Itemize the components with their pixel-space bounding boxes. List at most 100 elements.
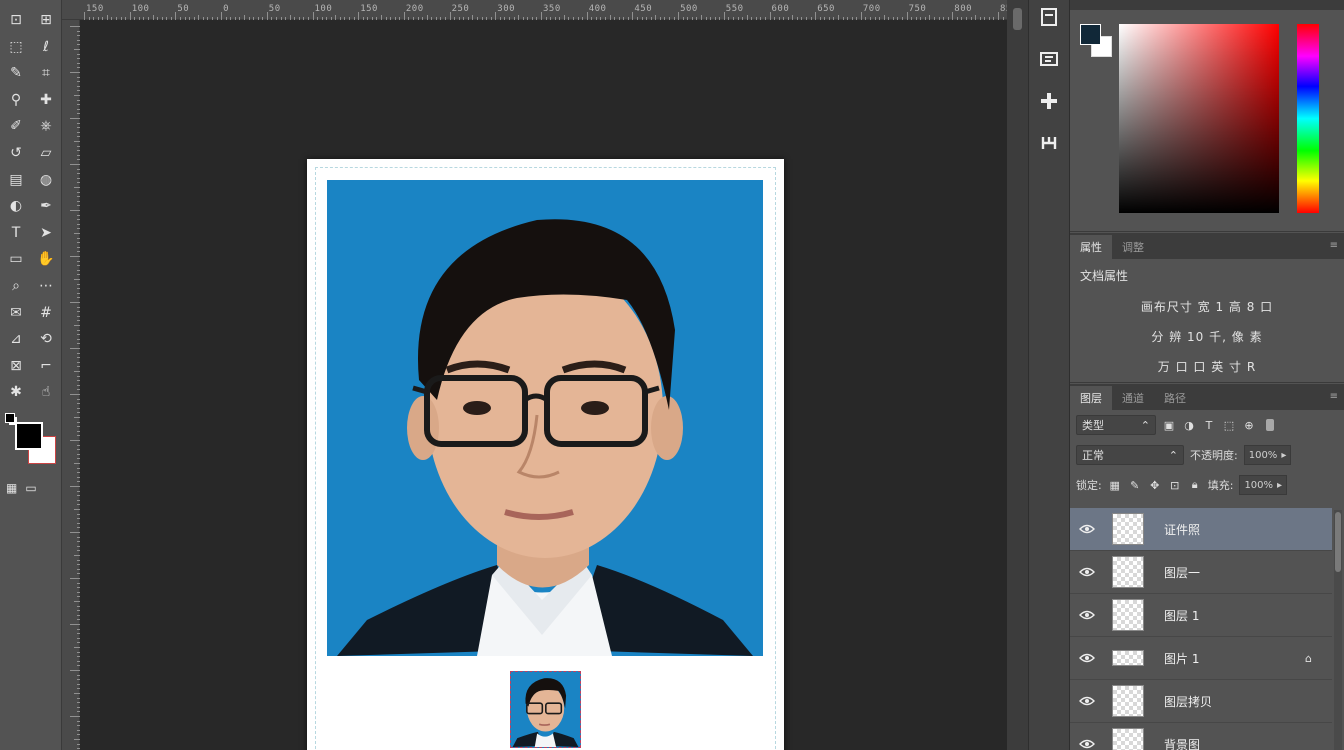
path-select-tool-icon[interactable]: ➤ <box>33 221 59 245</box>
quick-mask-icon[interactable]: ▦ <box>6 481 17 495</box>
tab-channels[interactable]: 通道 <box>1112 386 1154 410</box>
ruler-minor-tick <box>77 150 80 152</box>
filter-adjust-icon[interactable]: ◑ <box>1182 417 1196 433</box>
lock-move-icon[interactable]: ✥ <box>1148 477 1162 493</box>
layer-row[interactable]: 图片 1 ⌂ <box>1070 637 1332 680</box>
blend-mode-select[interactable]: 正常 ⌃ <box>1076 445 1184 465</box>
layer-row[interactable]: 图层拷贝 <box>1070 680 1332 723</box>
filter-shape-icon[interactable]: ⬚ <box>1222 417 1236 433</box>
layer-row[interactable]: 背景图 <box>1070 723 1332 750</box>
fill-field[interactable]: 100% ▸ <box>1239 475 1288 495</box>
eyedropper-tool-icon[interactable]: ⚲ <box>3 88 29 112</box>
smudge-tool-icon[interactable]: ☝ <box>33 380 59 404</box>
layers-scrollbar[interactable] <box>1334 510 1342 750</box>
ruler-label: 50 <box>177 4 190 14</box>
color-panel-swatches[interactable] <box>1080 24 1112 58</box>
visibility-eye-icon[interactable] <box>1070 524 1104 534</box>
zoom-tool-icon[interactable]: ⌕ <box>3 274 29 298</box>
hue-slider[interactable] <box>1297 24 1319 213</box>
horizontal-ruler[interactable]: 150 100 50 0 50 100 150 200 250 300 350 400 450 500 55… <box>62 0 1086 20</box>
layer-row[interactable]: 证件照 <box>1070 508 1332 551</box>
ruler-tool-icon[interactable]: ⊿ <box>3 327 29 351</box>
extras-tool-icon[interactable]: ⋯ <box>33 274 59 298</box>
tab-adjustments[interactable]: 调整 <box>1112 235 1154 259</box>
filter-toggle[interactable] <box>1266 419 1274 431</box>
blur-tool-icon[interactable]: ◍ <box>33 168 59 192</box>
clone-stamp-tool-icon[interactable]: ⎈ <box>33 114 59 138</box>
panel-menu-icon[interactable]: ≡ <box>1330 240 1338 251</box>
filter-smart-icon[interactable]: ⊕ <box>1242 417 1256 433</box>
opacity-field[interactable]: 100% ▸ <box>1243 445 1292 465</box>
ruler-minor-tick <box>248 17 250 20</box>
adjust-icon[interactable] <box>1034 86 1064 116</box>
ruler-minor-tick <box>157 17 159 20</box>
visibility-eye-icon[interactable] <box>1070 653 1104 663</box>
scroll-thumb[interactable] <box>1013 8 1022 30</box>
gradient-tool-icon[interactable]: ▤ <box>3 168 29 192</box>
lock-paint-icon[interactable]: ✎ <box>1128 477 1142 493</box>
visibility-eye-icon[interactable] <box>1070 567 1104 577</box>
portrait-thumbnail-illustration <box>511 672 580 747</box>
ruler-minor-tick <box>330 17 332 20</box>
frame-tool-icon[interactable]: ⊠ <box>3 354 29 378</box>
layer-row[interactable]: 图层 1 <box>1070 594 1332 637</box>
pen-tool-icon[interactable]: ✒ <box>33 194 59 218</box>
lock-all-icon[interactable]: 🔒︎ <box>1188 477 1202 493</box>
ruler-minor-tick <box>961 17 963 20</box>
screen-mode-icon[interactable]: ▭ <box>25 481 36 495</box>
ruler-minor-tick <box>257 17 259 20</box>
healing-tool-icon[interactable]: ✚ <box>33 88 59 112</box>
brush-tool-icon[interactable]: ✐ <box>3 114 29 138</box>
artboard-tool-icon[interactable]: ⊞ <box>33 8 59 32</box>
shape-tool-icon[interactable]: ▭ <box>3 247 29 271</box>
history-icon[interactable] <box>1034 2 1064 32</box>
tools-preset-icon[interactable] <box>1034 128 1064 158</box>
visibility-eye-icon[interactable] <box>1070 739 1104 749</box>
filter-pixel-icon[interactable]: ▣ <box>1162 417 1176 433</box>
layer-row[interactable]: 图层一 <box>1070 551 1332 594</box>
hand-tool-icon[interactable]: ✋ <box>33 247 59 271</box>
marquee-tool-icon[interactable]: ⬚ <box>3 35 29 59</box>
history-brush-tool-icon[interactable]: ↺ <box>3 141 29 165</box>
ruler-minor-tick <box>966 17 967 20</box>
tab-paths[interactable]: 路径 <box>1154 386 1196 410</box>
lasso-tool-icon[interactable]: ℓ <box>33 35 59 59</box>
layers-menu-icon[interactable]: ≡ <box>1330 391 1338 402</box>
tab-properties[interactable]: 属性 <box>1070 235 1112 259</box>
visibility-eye-icon[interactable] <box>1070 696 1104 706</box>
ruler-minor-tick <box>769 12 771 20</box>
count-tool-icon[interactable]: # <box>33 301 59 325</box>
note-tool-icon[interactable]: ✉ <box>3 301 29 325</box>
quick-select-tool-icon[interactable]: ✎ <box>3 61 29 85</box>
ruler-minor-tick <box>77 582 80 584</box>
layer-filter-select[interactable]: 类型 ⌃ <box>1076 415 1156 435</box>
sponge-tool-icon[interactable]: ✱ <box>3 380 29 404</box>
color-picker-field[interactable] <box>1119 24 1279 213</box>
properties-icon[interactable] <box>1034 44 1064 74</box>
canvas-vertical-scrollbar[interactable] <box>1007 0 1028 750</box>
ruler-minor-tick <box>285 17 287 20</box>
lock-pixels-icon[interactable]: ▦ <box>1108 477 1122 493</box>
color-swatches[interactable] <box>4 412 56 470</box>
ruler-minor-tick <box>70 716 80 717</box>
type-tool-icon[interactable]: T <box>3 221 29 245</box>
crop-tool-icon[interactable]: ⌗ <box>33 61 59 85</box>
lock-artboard-icon[interactable]: ⊡ <box>1168 477 1182 493</box>
move-tool-icon[interactable]: ⊡ <box>3 8 29 32</box>
eraser-tool-icon[interactable]: ▱ <box>33 141 59 165</box>
ruler-minor-tick <box>947 17 949 20</box>
panel-icon-column <box>1028 0 1070 750</box>
filter-type-icon[interactable]: T <box>1202 417 1216 433</box>
rotate-view-tool-icon[interactable]: ⟲ <box>33 327 59 351</box>
foreground-color-swatch[interactable] <box>15 422 43 450</box>
dodge-tool-icon[interactable]: ◐ <box>3 194 29 218</box>
document-canvas[interactable] <box>307 159 784 750</box>
id-photo-thumbnail[interactable] <box>510 671 581 748</box>
vertical-ruler[interactable] <box>62 20 80 750</box>
tab-layers[interactable]: 图层 <box>1070 386 1112 410</box>
ruler-minor-tick <box>74 555 80 556</box>
color-panel-foreground[interactable] <box>1080 24 1101 45</box>
visibility-eye-icon[interactable] <box>1070 610 1104 620</box>
layers-panel-tabs: 图层 通道 路径 ≡ <box>1070 384 1344 410</box>
slice-tool-icon[interactable]: ⌐ <box>33 354 59 378</box>
